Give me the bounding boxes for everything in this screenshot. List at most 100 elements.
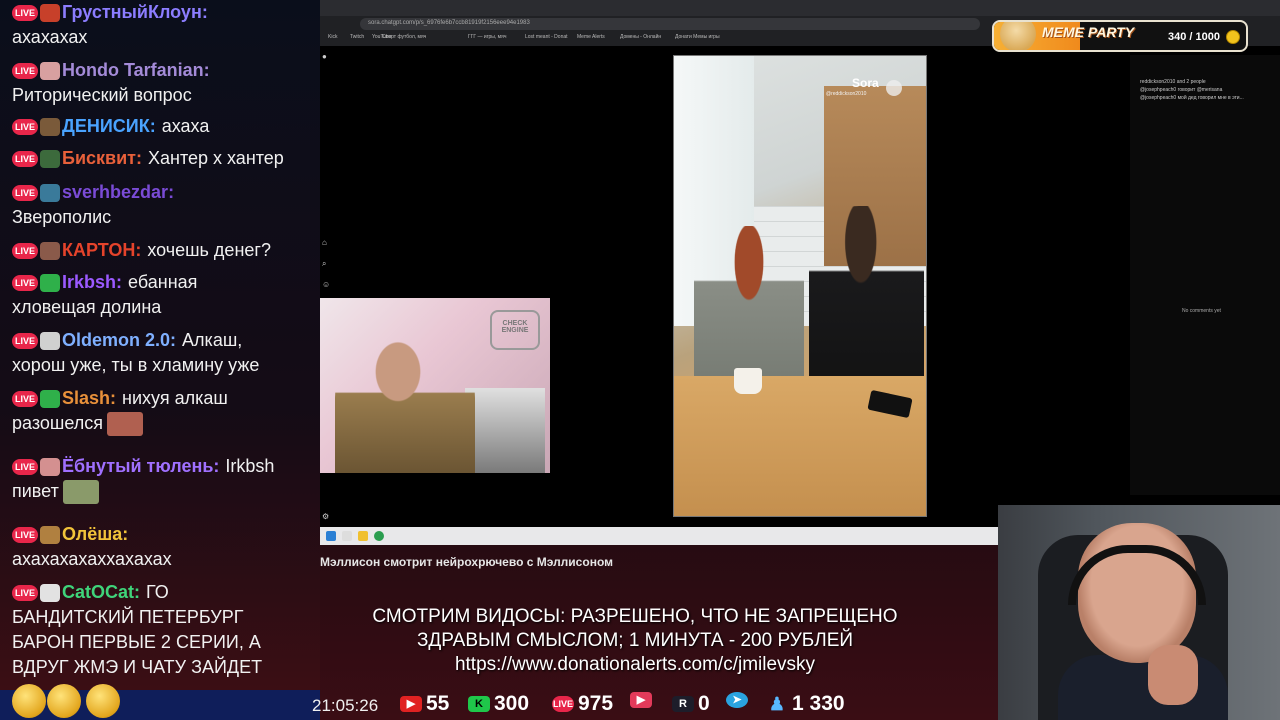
live-badge-icon: LIVE	[12, 242, 39, 259]
sora-video[interactable]: Sora @reddickson2010	[673, 55, 927, 517]
chat-message-header: LIVE Олёша:	[12, 522, 312, 547]
telegram-icon: ➤	[726, 692, 748, 708]
stream-title: Мэллисон смотрит нейрохрючево с Мэллисон…	[320, 555, 613, 569]
chat-text-line: ахахахахаххахахах	[12, 549, 172, 569]
sora-handle: @reddickson2010	[826, 91, 867, 97]
comments-panel: reddickson2010 and 2 people @josephpeach…	[1130, 55, 1280, 495]
chat-message: LIVE Ёбнутый тюлень: Irkbsh пивет	[12, 454, 312, 505]
search-icon[interactable]: ⌕	[322, 259, 330, 268]
live-badge-icon: LIVE	[12, 118, 39, 135]
live-icon: LIVE	[552, 696, 574, 712]
chat-text-line: ВДРУГ ЖМЭ И ЧАТУ ЗАЙДЕТ	[12, 657, 263, 677]
live-badge-icon: LIVE	[12, 390, 39, 407]
comment-line: @josephpeach0 мой дед говорил мне в эти.…	[1140, 95, 1244, 101]
chat-username[interactable]: Ёбнутый тюлень:	[62, 454, 219, 479]
chat-username[interactable]: Бисквит:	[62, 146, 142, 171]
twitch-viewers: ▶	[630, 692, 656, 708]
chat-username[interactable]: Олёша:	[62, 522, 128, 547]
chat-text: ебанная	[128, 272, 198, 292]
folder-icon[interactable]	[358, 531, 368, 541]
youtube-viewers: ▶ 55	[400, 692, 449, 716]
chat-text: Irkbsh	[225, 456, 275, 476]
chat-message: LIVE sverhbezdar: Зверополис	[12, 180, 312, 230]
live-badge-icon: LIVE	[12, 184, 39, 201]
url-bar[interactable]: sora.chatgpt.com/p/s_6976fe6b7ccb81919f2…	[360, 18, 980, 30]
meme-party-title: MEME PARTY	[1042, 24, 1135, 40]
total-count: 1 330	[792, 692, 845, 715]
windows-icon[interactable]	[326, 531, 336, 541]
comment-line: @josephpeach0 говорит @merisana	[1140, 87, 1223, 93]
chat-message-header: LIVE Oldemon 2.0: Алкаш,	[12, 328, 312, 353]
bookmark-item[interactable]: Домены - Онлайн	[620, 34, 661, 40]
sora-watermark: Sora	[852, 76, 879, 90]
live-badge-icon: LIVE	[12, 526, 39, 543]
bookmark-item[interactable]: ГГГ — игры, мяч	[468, 34, 506, 40]
settings-icon[interactable]: ⚙	[322, 512, 330, 521]
chat-text-line: Риторический вопрос	[12, 85, 192, 105]
emote-icon	[62, 480, 99, 505]
user-avatar	[40, 583, 61, 602]
chat-text-line: ахахахах	[12, 27, 88, 47]
chat-username[interactable]: sverhbezdar:	[62, 180, 174, 205]
chat-text-line: хловещая долина	[12, 297, 162, 317]
user-avatar	[40, 241, 61, 260]
bookmark-item[interactable]: Meme Alerts	[577, 34, 605, 40]
streamer-webcam	[998, 505, 1280, 720]
chat-text-inline: разошелся	[12, 413, 103, 433]
chat-username[interactable]: Slash:	[62, 386, 116, 411]
bookmark-item[interactable]: Twitch	[350, 34, 364, 40]
coffee-cup	[734, 368, 762, 394]
guest-webcam: CHECK ENGINE	[320, 298, 550, 473]
chat-text-line: пивет	[12, 479, 312, 505]
tab-row[interactable]	[320, 0, 1280, 16]
chat-text: ГО	[146, 582, 169, 602]
openai-icon[interactable]: ●	[322, 52, 330, 61]
chat-message: LIVE ГрустныйКлоун: ахахахах	[12, 0, 312, 50]
meme-party-bar: MEME PARTY 340 / 1000	[992, 20, 1248, 52]
chat-text: Хантер х хантер	[147, 148, 284, 168]
chat-text: нихуя алкаш	[122, 388, 228, 408]
guest-person	[335, 338, 475, 473]
home-icon[interactable]: ⌂	[322, 238, 330, 247]
chat-message-header: LIVE Irkbsh: ебанная	[12, 270, 312, 295]
chat-username[interactable]: Hondo Tarfanian:	[62, 58, 210, 83]
chat-text: хочешь денег?	[147, 240, 271, 260]
chat-username[interactable]: CatOCat:	[62, 580, 140, 605]
user-avatar	[40, 273, 61, 292]
chat-username[interactable]: Oldemon 2.0:	[62, 328, 176, 353]
live-count: 975	[578, 692, 614, 715]
chat-username[interactable]: ГрустныйКлоун:	[62, 0, 208, 25]
rutube-viewers: R 0	[672, 692, 710, 716]
bookmark-item[interactable]: Lost meant - Donat	[525, 34, 568, 40]
bookmark-item[interactable]: Донати Мемы игры	[675, 34, 720, 40]
chat-text-line: БАНДИТСКИЙ ПЕТЕРБУРГ	[12, 607, 244, 627]
chat-username[interactable]: Irkbsh:	[62, 270, 122, 295]
rutube-play-icon: ▶	[630, 692, 652, 708]
user-avatar	[40, 525, 61, 544]
bookmark-item[interactable]: Kick	[328, 34, 337, 40]
chat-username[interactable]: ДЕНИСИК:	[62, 114, 156, 139]
chat-message: LIVE Бисквит: Хантер х хантер	[12, 146, 312, 171]
donation-link[interactable]: https://www.donationalerts.com/c/jmilevs…	[320, 653, 950, 677]
check-engine-logo: CHECK ENGINE	[490, 310, 540, 350]
chat-username[interactable]: КАРТОН:	[62, 238, 141, 263]
taskbar	[320, 527, 998, 545]
chrome-icon[interactable]	[374, 531, 384, 541]
bookmark-item[interactable]: Спорт футбол, мяч	[382, 34, 426, 40]
live-badge-icon: LIVE	[12, 458, 39, 475]
live-badge-icon: LIVE	[12, 584, 39, 601]
user-avatar	[40, 331, 61, 350]
chat-text: ахаха	[161, 116, 210, 136]
user-icon: ♟	[768, 694, 786, 714]
chat-message-header: LIVE Hondo Tarfanian:	[12, 58, 312, 83]
yandex-icon[interactable]	[342, 531, 352, 541]
profile-icon[interactable]: ☺	[322, 280, 330, 289]
user-avatar	[40, 457, 61, 476]
user-avatar	[40, 183, 61, 202]
youtube-count: 55	[426, 692, 450, 715]
chat-message: LIVE ДЕНИСИК: ахаха	[12, 114, 312, 139]
chat-message: LIVE Slash: нихуя алкаш разошелся	[12, 386, 312, 437]
stream-clock: 21:05:26	[312, 696, 379, 715]
chat-message-header: LIVE ДЕНИСИК: ахаха	[12, 114, 312, 139]
user-avatar	[40, 61, 61, 80]
